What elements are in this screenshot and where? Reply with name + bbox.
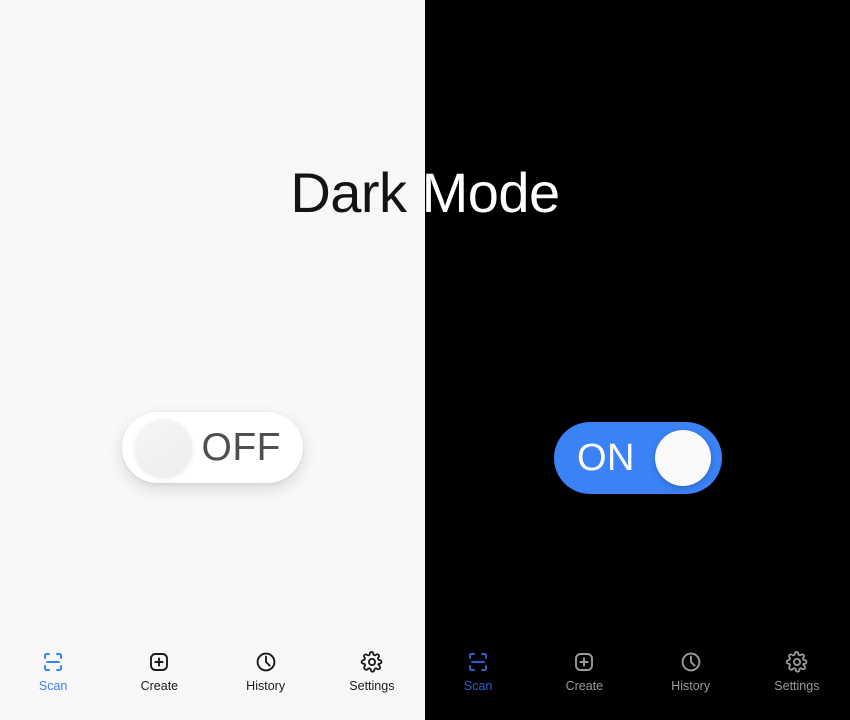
nav-label-history: History: [246, 679, 286, 693]
nav-item-settings[interactable]: Settings: [319, 650, 425, 693]
clock-icon: [679, 650, 703, 674]
dark-mode-comparison-screen: Dark Mode OFF Scan: [0, 0, 850, 720]
nav-label-settings: Settings: [349, 679, 395, 693]
gear-icon: [360, 650, 384, 674]
nav-label-history-dark: History: [671, 679, 711, 693]
nav-item-create[interactable]: Create: [106, 650, 212, 693]
page-title-dark: Dark Mode: [425, 161, 560, 224]
toggle-state-label-on: ON: [577, 437, 635, 479]
nav-item-history[interactable]: History: [213, 650, 319, 693]
scan-icon: [41, 650, 65, 674]
plus-square-icon: [147, 650, 171, 674]
dark-mode-toggle-on[interactable]: ON: [554, 422, 722, 494]
plus-square-icon: [572, 650, 596, 674]
nav-label-scan: Scan: [38, 679, 68, 693]
light-mode-pane: Dark Mode OFF Scan: [0, 0, 425, 720]
dark-mode-pane: Dark Mode ON Scan: [425, 0, 850, 720]
nav-item-scan-dark[interactable]: Scan: [425, 650, 531, 693]
nav-label-create-dark: Create: [565, 679, 604, 693]
bottom-navigation-light: Scan Create History Settings: [0, 642, 425, 720]
nav-label-scan-dark: Scan: [463, 679, 493, 693]
toggle-knob[interactable]: [135, 419, 192, 476]
gear-icon: [785, 650, 809, 674]
title-layer-light: Dark Mode: [0, 0, 425, 720]
bottom-navigation-dark: Scan Create History Settings: [425, 642, 850, 720]
nav-item-history-dark[interactable]: History: [638, 650, 744, 693]
nav-label-create: Create: [140, 679, 179, 693]
page-title: Dark Mode: [290, 161, 425, 224]
scan-icon: [466, 650, 490, 674]
nav-label-settings-dark: Settings: [774, 679, 820, 693]
toggle-knob-on[interactable]: [655, 430, 711, 486]
nav-item-settings-dark[interactable]: Settings: [744, 650, 850, 693]
clock-icon: [254, 650, 278, 674]
nav-item-scan[interactable]: Scan: [0, 650, 106, 693]
title-layer-dark: Dark Mode: [425, 0, 850, 720]
nav-item-create-dark[interactable]: Create: [531, 650, 637, 693]
dark-mode-toggle-off[interactable]: OFF: [122, 412, 303, 483]
toggle-state-label: OFF: [201, 426, 281, 469]
